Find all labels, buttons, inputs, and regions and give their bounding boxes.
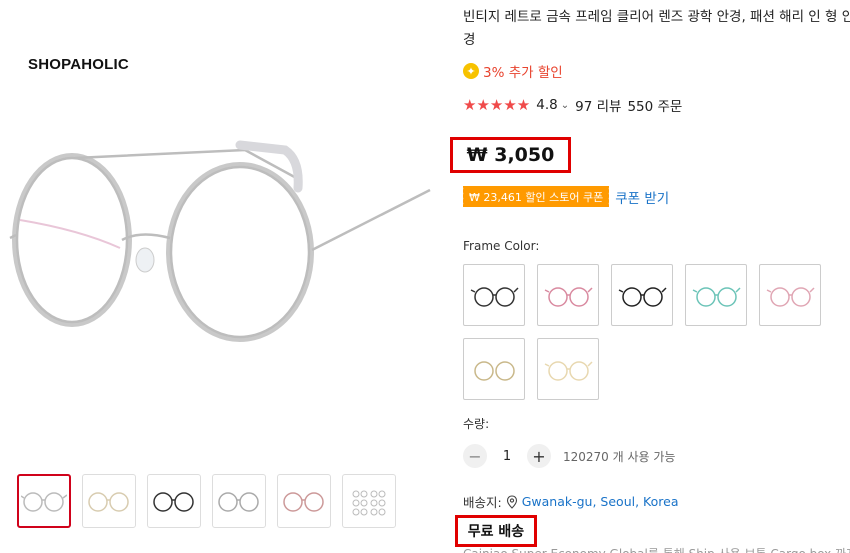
decrease-quantity-button[interactable]: − [463, 444, 487, 468]
shipping-destination: 배송지: Gwanak-gu, Seoul, Korea [463, 492, 678, 511]
increase-quantity-button[interactable]: + [527, 444, 551, 468]
thumbnail-4[interactable] [212, 474, 266, 528]
quantity-value[interactable]: 1 [497, 449, 517, 464]
product-title: 빈티지 레트로 금속 프레임 클리어 렌즈 광학 안경, 패션 해리 인 형 안… [463, 9, 850, 48]
ship-to-location-link[interactable]: Gwanak-gu, Seoul, Korea [522, 494, 679, 509]
coin-icon: ✦ [463, 63, 479, 79]
swatch-pink-light[interactable] [759, 264, 821, 326]
swatch-gold[interactable] [463, 338, 525, 400]
product-price: ₩ 3,050 [466, 144, 555, 166]
main-product-image[interactable] [0, 80, 440, 450]
swatch-black-silver[interactable] [463, 264, 525, 326]
swatch-white-gold[interactable] [537, 338, 599, 400]
thumbnail-strip [17, 474, 396, 528]
get-coupon-link[interactable]: 쿠폰 받기 [615, 187, 669, 207]
shipping-method-detail: Cainiao Super Economy Global를 통해 Ship 사용… [463, 545, 850, 553]
thumbnail-3[interactable] [147, 474, 201, 528]
thumbnail-6[interactable] [342, 474, 396, 528]
price-highlight: ₩ 3,050 [450, 137, 571, 173]
swatch-black[interactable] [611, 264, 673, 326]
free-shipping-label: 무료 배송 [467, 524, 525, 540]
star-rating-icon: ★★★★★ [463, 96, 531, 114]
swatch-pink[interactable] [537, 264, 599, 326]
glasses-image [9, 140, 431, 342]
location-pin-icon [506, 494, 517, 509]
review-count[interactable]: 97 리뷰 [575, 95, 621, 115]
rating-row: ★★★★★ 4.8 ⌄ 97 리뷰 550 주문 [463, 95, 682, 115]
thumbnail-2[interactable] [82, 474, 136, 528]
ship-to-label: 배송지: [463, 495, 502, 510]
coupon-row: ₩ 23,461 할인 스토어 쿠폰 쿠폰 받기 [460, 186, 669, 207]
thumbnail-1[interactable] [17, 474, 71, 528]
brand-logo: SHOPAHOLIC [28, 56, 129, 73]
order-count: 550 주문 [627, 99, 683, 115]
thumbnail-5[interactable] [277, 474, 331, 528]
free-shipping-highlight: 무료 배송 [455, 515, 537, 547]
quantity-stepper: − 1 + 120270 개 사용 가능 [463, 444, 675, 468]
frame-color-label: Frame Color: [463, 239, 540, 253]
available-stock: 120270 개 사용 가능 [563, 449, 676, 464]
chevron-down-icon[interactable]: ⌄ [561, 100, 569, 111]
extra-discount: ✦ 3% 추가 할인 [463, 61, 563, 81]
quantity-label: 수량: [463, 417, 490, 431]
frame-color-swatches [463, 264, 850, 400]
swatch-green[interactable] [685, 264, 747, 326]
rating-value[interactable]: 4.8 [536, 97, 557, 113]
store-coupon-badge[interactable]: ₩ 23,461 할인 스토어 쿠폰 [460, 186, 610, 207]
extra-discount-text: 3% 추가 할인 [483, 65, 563, 81]
